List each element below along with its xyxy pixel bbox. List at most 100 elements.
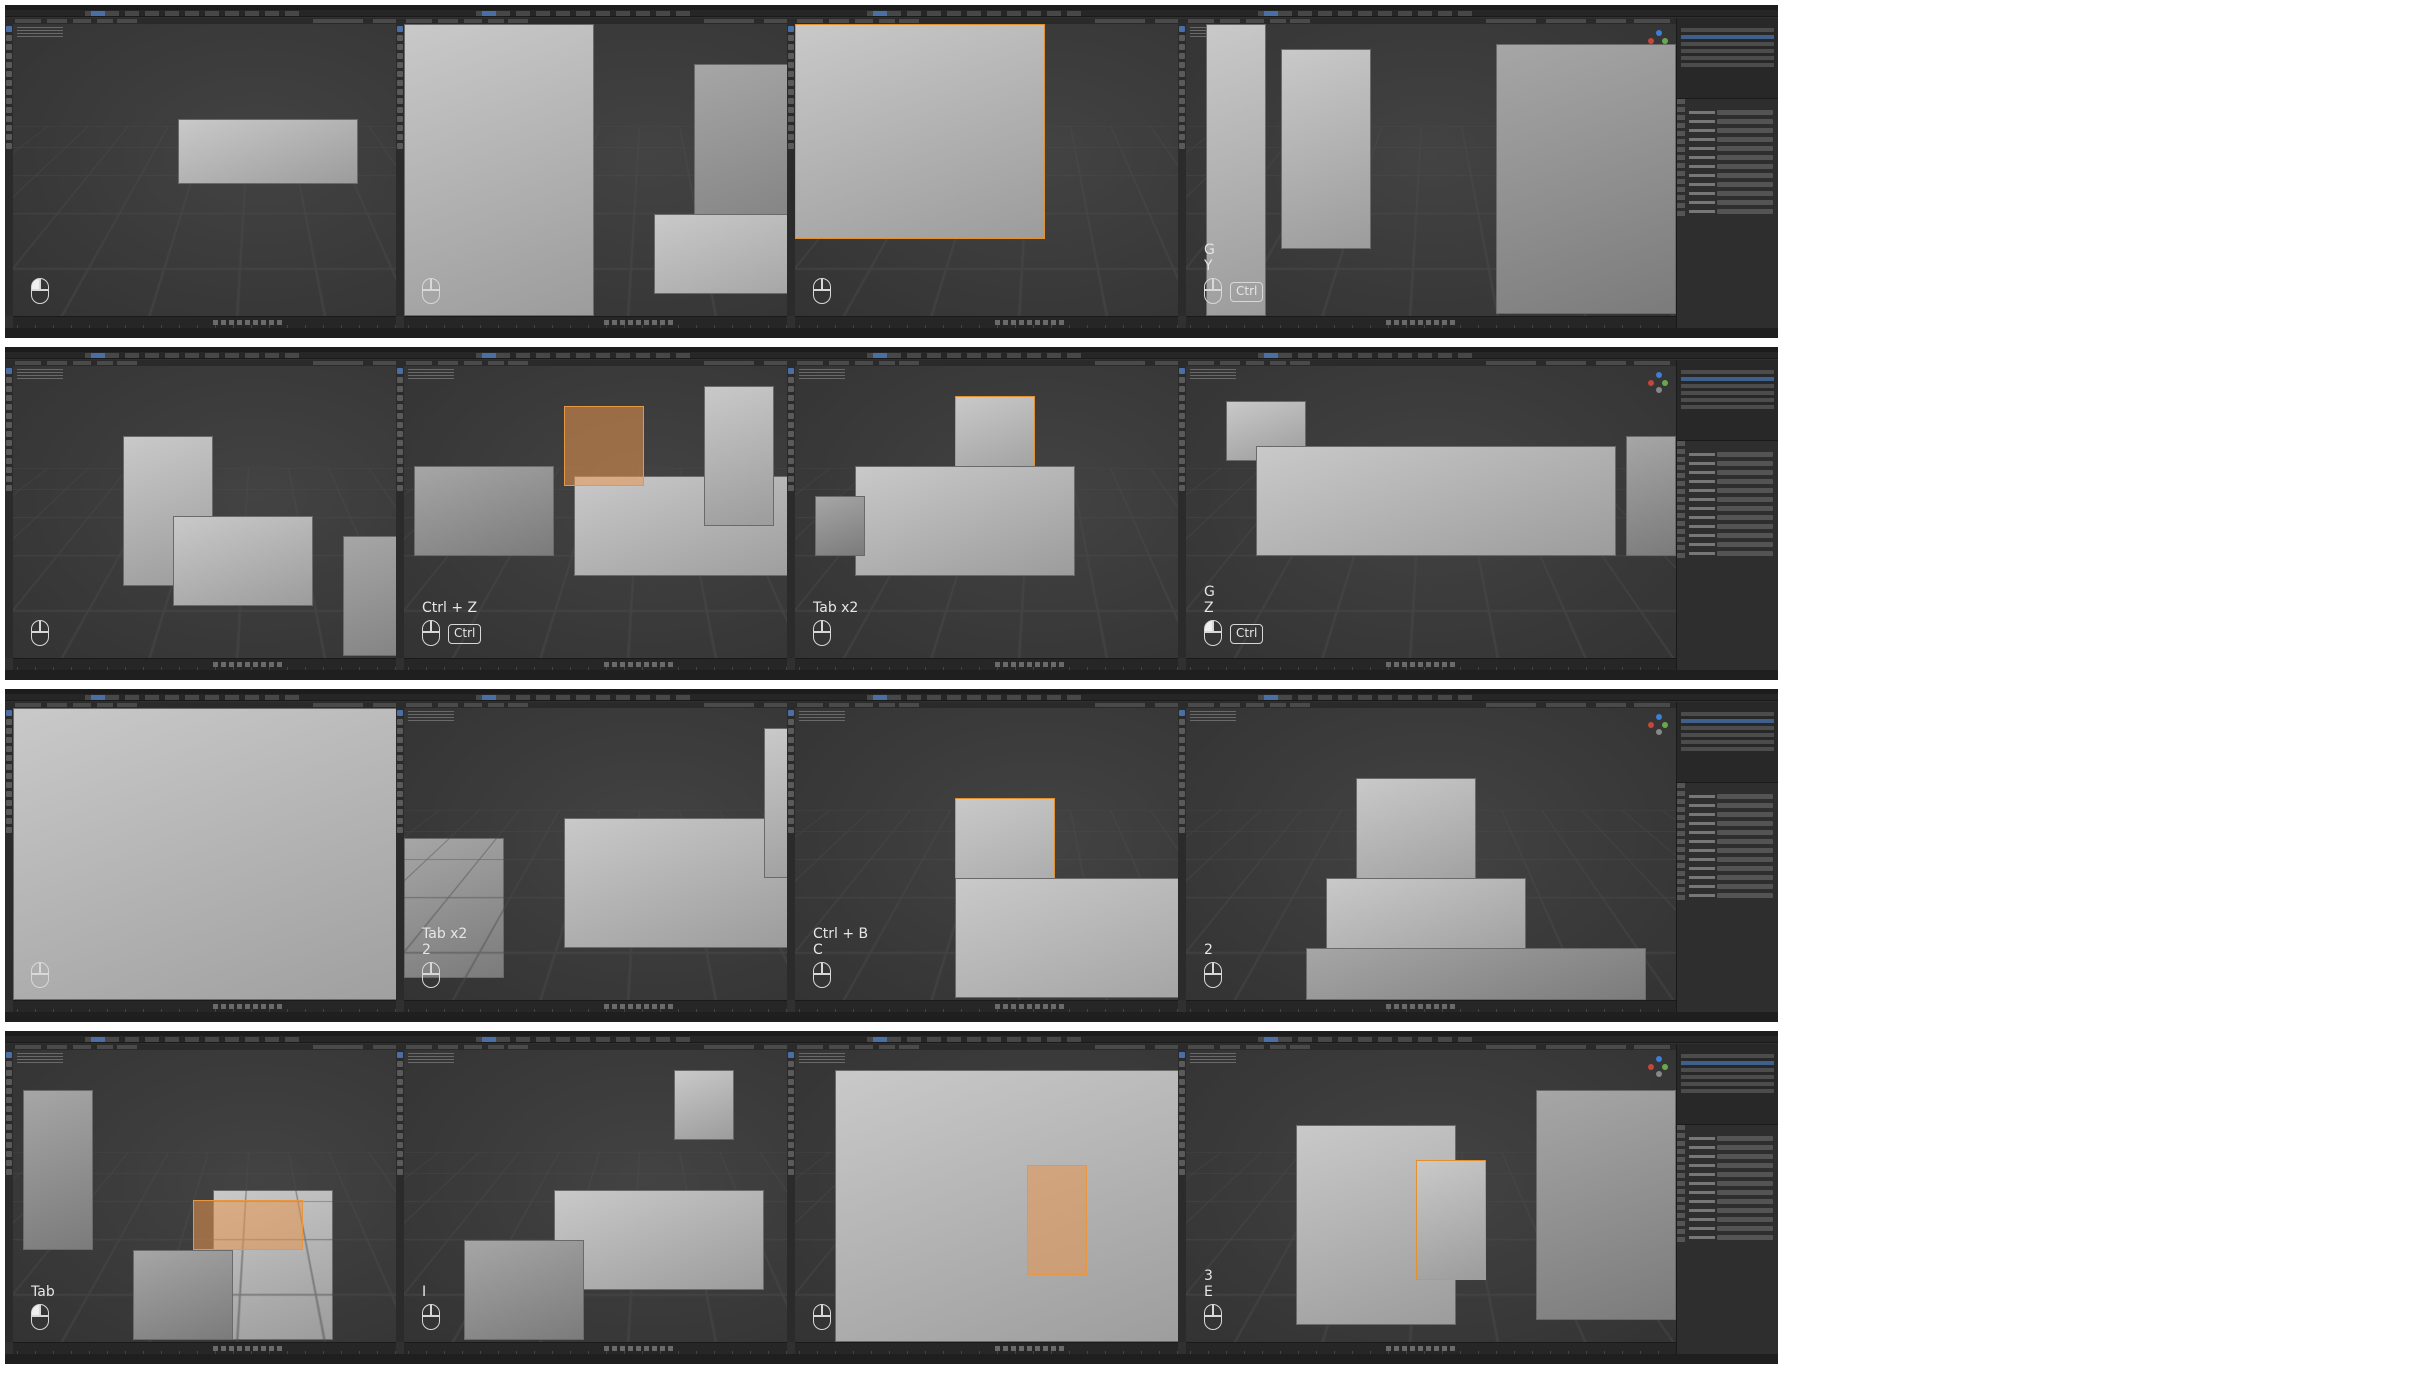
property-field[interactable] bbox=[1717, 830, 1773, 835]
tool-icon[interactable] bbox=[788, 386, 794, 392]
tool-icon[interactable] bbox=[788, 143, 794, 149]
property-field[interactable] bbox=[1717, 1208, 1773, 1213]
tool-icon[interactable] bbox=[6, 377, 12, 383]
tool-icon[interactable] bbox=[788, 764, 794, 770]
mesh-object[interactable] bbox=[1626, 436, 1676, 556]
tool-shelf[interactable] bbox=[396, 360, 404, 658]
tool-icon[interactable] bbox=[397, 719, 403, 725]
workspace-tabs[interactable] bbox=[867, 353, 1087, 358]
outliner-row[interactable] bbox=[1681, 1061, 1774, 1065]
properties-panel[interactable] bbox=[1676, 782, 1778, 1012]
tool-icon[interactable] bbox=[397, 485, 403, 491]
property-field[interactable] bbox=[1717, 794, 1773, 799]
tool-icon[interactable] bbox=[6, 62, 12, 68]
timeline-bar[interactable] bbox=[1186, 316, 1676, 328]
tool-icon[interactable] bbox=[1179, 1061, 1185, 1067]
tool-icon[interactable] bbox=[6, 449, 12, 455]
workspace-tabs[interactable] bbox=[476, 1037, 696, 1042]
outliner-row[interactable] bbox=[1681, 719, 1774, 723]
gizmo-axis[interactable] bbox=[1656, 387, 1662, 393]
tool-icon[interactable] bbox=[1179, 1142, 1185, 1148]
tool-icon[interactable] bbox=[1179, 422, 1185, 428]
tool-icon[interactable] bbox=[397, 125, 403, 131]
property-field[interactable] bbox=[1717, 533, 1773, 538]
outliner-panel[interactable] bbox=[1676, 360, 1778, 440]
tool-icon[interactable] bbox=[1179, 143, 1185, 149]
navigation-gizmo-icon[interactable] bbox=[1648, 714, 1670, 736]
outliner-row[interactable] bbox=[1681, 1082, 1774, 1086]
tool-icon[interactable] bbox=[397, 377, 403, 383]
property-field[interactable] bbox=[1717, 128, 1773, 133]
header-button[interactable] bbox=[15, 19, 41, 23]
tool-icon[interactable] bbox=[788, 773, 794, 779]
tool-icon[interactable] bbox=[397, 800, 403, 806]
properties-tabs[interactable] bbox=[1677, 441, 1685, 561]
header-button[interactable] bbox=[1546, 703, 1586, 707]
navigation-gizmo-icon[interactable] bbox=[1648, 372, 1670, 394]
header-button[interactable] bbox=[879, 361, 895, 365]
top-menubar[interactable] bbox=[1178, 10, 1778, 17]
header-button[interactable] bbox=[1188, 361, 1214, 365]
tool-icon[interactable] bbox=[397, 71, 403, 77]
tool-icon[interactable] bbox=[788, 1052, 794, 1058]
header-button[interactable] bbox=[47, 19, 67, 23]
header-button[interactable] bbox=[855, 361, 873, 365]
tool-icon[interactable] bbox=[6, 476, 12, 482]
header-button[interactable] bbox=[464, 703, 482, 707]
tool-icon[interactable] bbox=[1179, 89, 1185, 95]
tool-icon[interactable] bbox=[6, 431, 12, 437]
outliner-row[interactable] bbox=[1681, 1054, 1774, 1058]
workspace-tabs[interactable] bbox=[1258, 695, 1478, 700]
tool-icon[interactable] bbox=[1179, 80, 1185, 86]
workspace-tabs[interactable] bbox=[867, 1037, 1087, 1042]
tool-icon[interactable] bbox=[1179, 737, 1185, 743]
workspace-tab-active[interactable] bbox=[91, 353, 105, 358]
tool-icon[interactable] bbox=[6, 458, 12, 464]
property-field[interactable] bbox=[1717, 479, 1773, 484]
tool-icon[interactable] bbox=[1179, 368, 1185, 374]
header-button[interactable] bbox=[508, 361, 528, 365]
outliner-row[interactable] bbox=[1681, 712, 1774, 716]
tool-shelf[interactable] bbox=[1178, 360, 1186, 658]
gizmo-axis[interactable] bbox=[1656, 1056, 1662, 1062]
properties-panel[interactable] bbox=[1676, 98, 1778, 328]
header-button[interactable] bbox=[1095, 1045, 1145, 1049]
tool-icon[interactable] bbox=[1179, 1088, 1185, 1094]
property-field[interactable] bbox=[1717, 146, 1773, 151]
header-button[interactable] bbox=[438, 19, 458, 23]
header-button[interactable] bbox=[797, 703, 823, 707]
property-field[interactable] bbox=[1717, 866, 1773, 871]
tool-shelf[interactable] bbox=[1178, 702, 1186, 1000]
header-button[interactable] bbox=[117, 361, 137, 365]
tool-icon[interactable] bbox=[397, 35, 403, 41]
tool-icon[interactable] bbox=[6, 143, 12, 149]
gizmo-axis[interactable] bbox=[1656, 1071, 1662, 1077]
property-field[interactable] bbox=[1717, 839, 1773, 844]
tool-icon[interactable] bbox=[397, 1133, 403, 1139]
header-button[interactable] bbox=[438, 703, 458, 707]
tool-icon[interactable] bbox=[1179, 1160, 1185, 1166]
property-field[interactable] bbox=[1717, 1136, 1773, 1141]
tool-icon[interactable] bbox=[788, 1142, 794, 1148]
mesh-object[interactable] bbox=[464, 1240, 584, 1340]
timeline-bar[interactable] bbox=[1186, 1342, 1676, 1354]
header-button[interactable] bbox=[855, 1045, 873, 1049]
mesh-object[interactable] bbox=[1536, 1090, 1676, 1320]
tool-icon[interactable] bbox=[788, 1133, 794, 1139]
workspace-tabs[interactable] bbox=[476, 695, 696, 700]
header-button[interactable] bbox=[704, 1045, 754, 1049]
tool-icon[interactable] bbox=[1179, 809, 1185, 815]
header-button[interactable] bbox=[1486, 703, 1536, 707]
tool-icon[interactable] bbox=[6, 1088, 12, 1094]
header-button[interactable] bbox=[117, 19, 137, 23]
header-button[interactable] bbox=[1634, 1045, 1670, 1049]
tool-icon[interactable] bbox=[1179, 53, 1185, 59]
tool-icon[interactable] bbox=[788, 1169, 794, 1175]
header-button[interactable] bbox=[488, 1045, 504, 1049]
tool-icon[interactable] bbox=[397, 107, 403, 113]
gizmo-axis[interactable] bbox=[1648, 722, 1654, 728]
tool-icon[interactable] bbox=[397, 476, 403, 482]
tool-icon[interactable] bbox=[6, 404, 12, 410]
mesh-object[interactable] bbox=[704, 386, 774, 526]
tool-icon[interactable] bbox=[788, 1079, 794, 1085]
